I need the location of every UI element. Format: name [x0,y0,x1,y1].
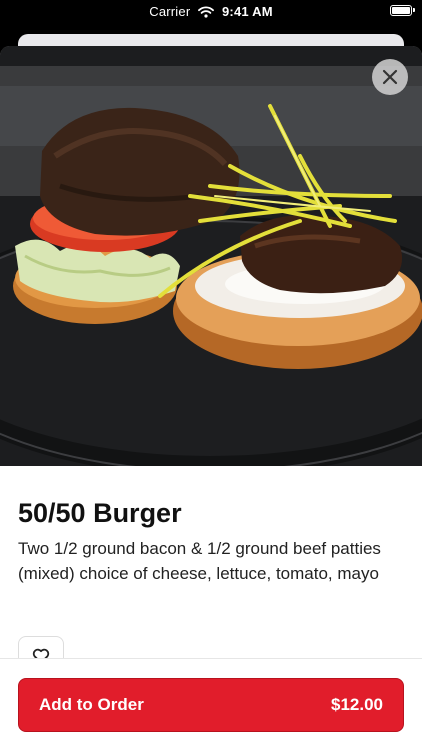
add-to-order-label: Add to Order [39,695,144,714]
battery-level [392,7,410,14]
status-bar: Carrier 9:41 AM [0,0,422,24]
status-center: Carrier 9:41 AM [0,4,422,21]
item-title: 50/50 Burger [18,498,182,528]
wifi-icon [198,6,215,21]
item-photo [0,46,422,466]
status-time: 9:41 AM [221,4,273,19]
item-description: Two 1/2 ground bacon & 1/2 ground beef p… [18,539,381,583]
item-price: $12.00 [331,695,383,714]
battery-icon [390,5,415,16]
close-button[interactable] [372,59,408,95]
close-icon [382,69,398,85]
item-detail-sheet: 50/50 Burger Two 1/2 ground bacon & 1/2 … [0,46,422,750]
add-to-order-button[interactable]: Add to Order $12.00 [18,678,404,732]
carrier-label: Carrier [149,4,191,19]
bottom-action-bar: Add to Order $12.00 [0,658,422,750]
